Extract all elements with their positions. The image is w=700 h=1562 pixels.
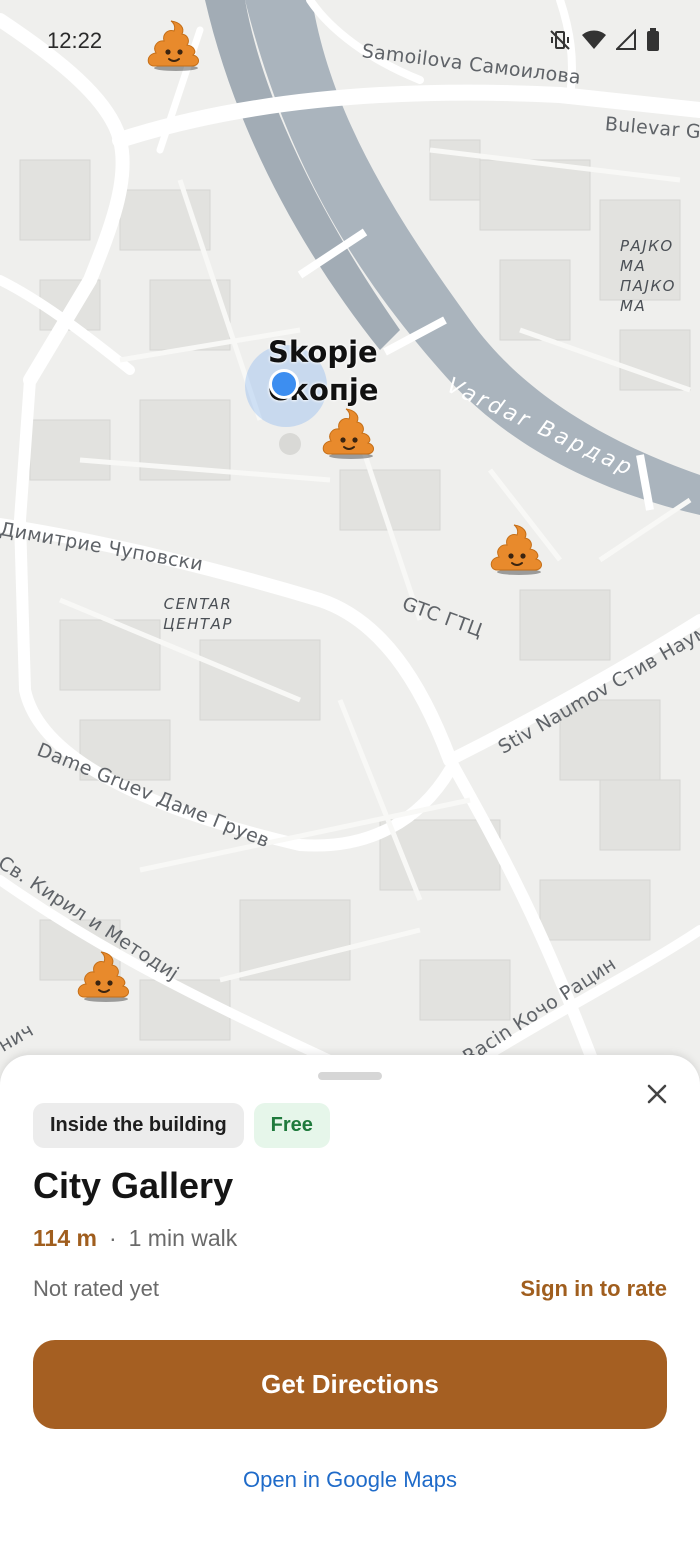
get-directions-button[interactable]: Get Directions [33, 1340, 667, 1429]
distance-value: 114 m [33, 1225, 97, 1251]
status-bar: 12:22 [0, 0, 700, 84]
open-in-google-maps-link[interactable]: Open in Google Maps [0, 1467, 700, 1493]
sign-in-to-rate-link[interactable]: Sign in to rate [520, 1276, 667, 1302]
place-title: City Gallery [33, 1165, 234, 1206]
poop-emoji-icon[interactable] [321, 408, 377, 460]
wifi-icon [582, 29, 606, 51]
current-location-dot [269, 369, 299, 399]
district-label-centar: CENTAR ЦЕНТАР [163, 594, 233, 634]
distance-row: 114 m · 1 min walk [33, 1225, 237, 1252]
vibrate-off-icon [548, 28, 572, 52]
district-centar-cyrillic: ЦЕНТАР [163, 615, 233, 633]
district-rajko-line1: РАЈКО МА [620, 237, 674, 275]
poop-emoji-icon[interactable] [76, 951, 132, 1003]
bottom-sheet: Inside the building Free City Gallery 11… [0, 1055, 700, 1562]
status-time: 12:22 [47, 28, 103, 53]
signal-icon [616, 29, 636, 51]
map-view[interactable]: 12:22 Samoilova Самоилова Bulevar Go Дим… [0, 0, 700, 1080]
poop-emoji-icon[interactable] [489, 524, 545, 576]
price-chip: Free [253, 1103, 330, 1148]
sheet-drag-handle[interactable] [318, 1072, 382, 1080]
location-chip: Inside the building [33, 1103, 244, 1148]
battery-icon [646, 28, 660, 52]
distance-separator: · [108, 1225, 117, 1251]
district-rajko-line2: ПАЈКО МА [620, 277, 676, 315]
rating-status: Not rated yet [33, 1276, 159, 1301]
close-icon [647, 1084, 667, 1109]
walk-time: 1 min walk [128, 1225, 238, 1251]
district-label-rajko: РАЈКО МА ПАЈКО МА [620, 236, 700, 316]
close-button[interactable] [640, 1079, 674, 1113]
city-label-latin: Skopje [268, 335, 378, 369]
district-centar-latin: CENTAR [163, 595, 233, 613]
